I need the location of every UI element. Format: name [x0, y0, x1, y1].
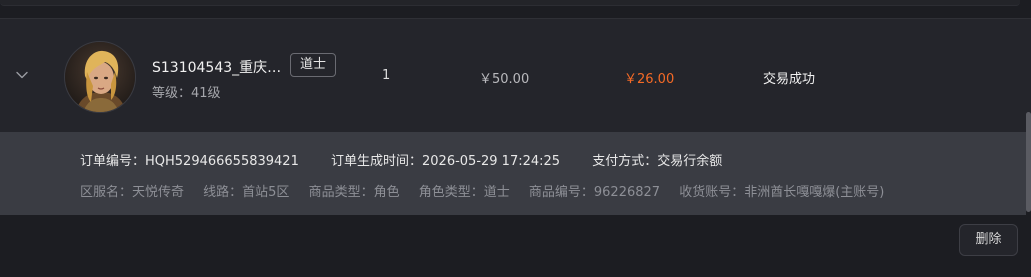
- receiving-account: 收货账号：非洲酋长嘎嘎爆(主账号): [679, 185, 885, 200]
- chevron-down-icon[interactable]: [14, 67, 30, 83]
- class-badge: 道士: [290, 53, 337, 77]
- order-info-row: 订单编号：HQH529466655839421 订单生成时间：2026-05-2…: [80, 150, 750, 169]
- avatar: [64, 41, 136, 113]
- role-type: 角色类型：道士: [418, 185, 510, 200]
- character-level: 等级：41级: [152, 86, 221, 101]
- unit-price: ￥50.00: [479, 72, 530, 87]
- server-line: 线路：首站5区: [203, 185, 290, 200]
- goods-type: 商品类型：角色: [308, 185, 400, 200]
- goods-info-row: 区服名：天悦传奇 线路：首站5区 商品类型：角色 角色类型：道士 商品编号：96…: [80, 181, 899, 200]
- total-price: ￥26.00: [624, 72, 675, 87]
- payment-method: 支付方式：交易行余额: [592, 154, 723, 169]
- server-name: 区服名：天悦传奇: [80, 185, 185, 200]
- scrollbar[interactable]: [1026, 112, 1031, 212]
- order-card: S13104543_重庆… 道士 等级：41级 1 ￥50.00 ￥26.00 …: [0, 18, 1031, 132]
- order-created-time: 订单生成时间：2026-05-29 17:24:25: [331, 154, 561, 169]
- order-details-panel: 订单编号：HQH529466655839421 订单生成时间：2026-05-2…: [0, 132, 1026, 215]
- character-name[interactable]: S13104543_重庆…: [152, 57, 281, 77]
- previous-card-edge: [0, 0, 1020, 6]
- goods-number: 商品编号：96226827: [528, 185, 661, 200]
- delete-button[interactable]: 删除: [959, 224, 1018, 256]
- quantity: 1: [382, 68, 391, 83]
- order-status: 交易成功: [763, 72, 816, 87]
- order-number: 订单编号：HQH529466655839421: [80, 154, 299, 169]
